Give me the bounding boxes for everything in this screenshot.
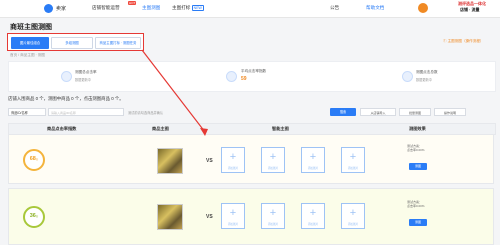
hot-badge: HOT — [128, 1, 137, 5]
plus-icon: + — [269, 207, 277, 219]
product-thumbnail — [157, 148, 183, 174]
add-image-slot[interactable]: + 添加图片 — [261, 147, 285, 173]
vs-label: VS — [206, 214, 213, 220]
stat-value-avg-index: 59 — [241, 76, 247, 82]
new-tag: NEW — [191, 5, 204, 11]
batch-test-button[interactable]: 批量测图 — [399, 108, 431, 116]
brand-watermark-line1: 测评选品一体化 — [458, 1, 486, 6]
nav-main-image-tag[interactable]: 主图打标 NEW — [172, 5, 204, 11]
test-plan-rate: 点击率0.00% — [407, 148, 425, 152]
add-image-slot[interactable]: + 添加图片 — [341, 203, 365, 229]
slot-label: 添加图片 — [267, 167, 279, 170]
nav-help-docs[interactable]: 帮助文档 — [366, 5, 384, 11]
slot-label: 添加图片 — [347, 223, 359, 226]
add-image-slot[interactable]: + 添加图片 — [221, 203, 245, 229]
stat-title-total-click: 测图总点击率 — [75, 70, 97, 74]
search-type-select[interactable]: 商品ID/名称 — [8, 108, 46, 116]
test-plan-rate: 点击率0.00% — [407, 204, 425, 208]
click-rate-icon — [61, 71, 72, 82]
tab-tag-test-task[interactable]: 商品主图打标 · 测图任务 — [95, 37, 141, 49]
slot-label: 添加图片 — [267, 223, 279, 226]
instructions-button[interactable]: 操作说明 — [434, 108, 466, 116]
help-link[interactable]: ① 主图测图（操作流程） — [443, 39, 484, 44]
add-image-slot[interactable]: + 添加图片 — [301, 203, 325, 229]
slot-label: 添加图片 — [227, 167, 239, 170]
stat-sub-total-click: 数据更新中 — [75, 78, 91, 82]
col-main-image: 商品主图 — [152, 126, 169, 131]
table-row: 36分 VS + 添加图片 + 添加图片 + 添加图片 + 添加图片 测试方案： 点击率0… — [8, 188, 494, 245]
nav-main-image-test[interactable]: 主图测图 — [142, 5, 160, 11]
plus-icon: + — [269, 151, 277, 163]
index-icon — [226, 71, 237, 82]
add-image-slot[interactable]: + 添加图片 — [221, 147, 245, 173]
slot-label: 添加图片 — [307, 167, 319, 170]
nav-announcement[interactable]: 公告 — [330, 5, 339, 11]
score-unit: 分 — [35, 158, 39, 161]
stat-title-click-count: 测图点击总数 — [416, 70, 438, 74]
test-plan-text: 测试方案： 点击率0.00% — [407, 200, 425, 208]
col-test-result: 测图效果 — [409, 126, 426, 131]
col-click-index: 商品点击率指数 — [47, 126, 77, 131]
slot-label: 添加图片 — [347, 167, 359, 170]
slot-label: 添加图片 — [307, 223, 319, 226]
score-unit: 分 — [35, 215, 39, 218]
test-plan-text: 测试方案： 点击率0.00% — [407, 144, 425, 152]
add-image-slot[interactable]: + 添加图片 — [301, 147, 325, 173]
add-image-slot[interactable]: + 添加图片 — [341, 147, 365, 173]
vs-label: VS — [206, 158, 213, 164]
import-button[interactable]: 从店铺导入 — [360, 108, 396, 116]
user-avatar[interactable] — [418, 3, 428, 13]
plus-icon: + — [309, 151, 317, 163]
start-test-button[interactable]: 测图 — [409, 163, 427, 170]
top-navigation-bar: 卖家 店铺智能运营 HOT 主图测图 主图打标 NEW 公告 帮助文档 测评选品… — [0, 0, 500, 18]
stat-title-avg-index: 平均点击率指数 — [241, 69, 267, 73]
filter-hint: 测试前请勾选商品并确认 — [128, 111, 164, 115]
plus-icon: + — [229, 207, 237, 219]
plus-icon: + — [309, 207, 317, 219]
product-thumbnail — [157, 204, 183, 230]
click-index-score: 36分 — [23, 206, 45, 228]
breadcrumb: 首页 / 商品主图 · 测图 — [10, 53, 45, 57]
slot-label: 添加图片 — [227, 223, 239, 226]
store-notice: 店铺入围商品 0 个，测图中商品 0 个，点击测图商品 0 个。 — [8, 96, 124, 101]
tab-group-highlighted: 图片最佳组合 多组测图 商品主图打标 · 测图任务 — [7, 33, 144, 51]
tab-multi-test[interactable]: 多组测图 — [51, 37, 93, 49]
plus-icon: + — [349, 151, 357, 163]
table-row: 68分 VS + 添加图片 + 添加图片 + 添加图片 + 添加图片 测试方案： 点击率0… — [8, 134, 494, 184]
plus-icon: + — [229, 151, 237, 163]
app-name: 卖家 — [56, 6, 67, 12]
click-count-icon — [402, 71, 413, 82]
click-index-score: 68分 — [23, 149, 45, 171]
col-smart-image: 智能主图 — [272, 126, 289, 131]
nav-store-ops[interactable]: 店铺智能运营 — [92, 5, 120, 11]
tab-best-combination[interactable]: 图片最佳组合 — [11, 37, 49, 49]
plus-icon: + — [349, 207, 357, 219]
app-logo-icon[interactable] — [44, 4, 53, 13]
add-image-slot[interactable]: + 添加图片 — [261, 203, 285, 229]
filter-toolbar: 商品ID/名称 请输入商品ID/名称 测试前请勾选商品并确认 搜索 从店铺导入 … — [8, 107, 494, 119]
page-title: 商班主图测图 — [10, 24, 52, 31]
nav-main-image-tag-label: 主图打标 — [172, 5, 191, 10]
search-input[interactable]: 请输入商品ID/名称 — [48, 108, 124, 116]
search-button[interactable]: 搜索 — [330, 108, 356, 116]
brand-watermark-line2: 店铺 · 流量 — [460, 7, 480, 12]
start-test-button[interactable]: 测图 — [409, 219, 427, 226]
stat-sub-click-count: 数据更新中 — [416, 78, 432, 82]
stats-panel: 测图总点击率 数据更新中 平均点击率指数 59 测图点击总数 数据更新中 — [8, 61, 496, 92]
